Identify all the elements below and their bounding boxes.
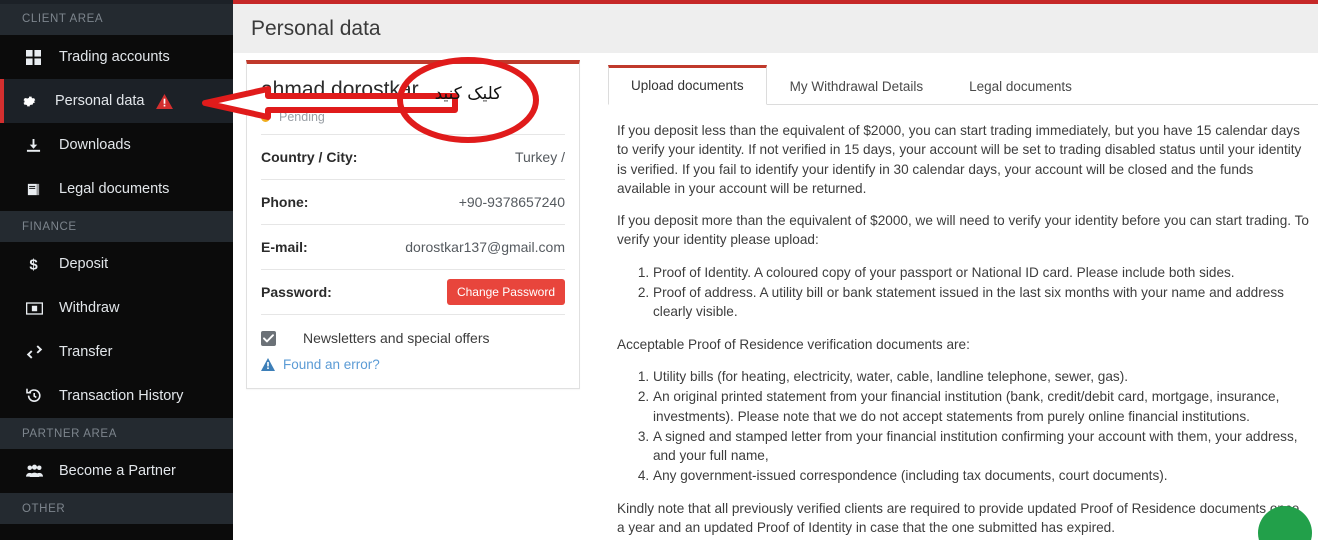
tab-legal-documents[interactable]: Legal documents (946, 66, 1095, 105)
page-title: Personal data (251, 16, 381, 40)
row-label: Country / City: (261, 149, 358, 165)
sidebar-item-label: Downloads (59, 137, 131, 153)
tab-bar: Upload documents My Withdrawal Details L… (608, 60, 1318, 105)
row-label: Password: (261, 284, 332, 300)
sidebar-item-transfer[interactable]: Transfer (0, 330, 233, 374)
row-value: dorostkar137@gmail.com (405, 239, 565, 255)
download-icon (26, 138, 48, 153)
sidebar-item-label: Personal data (55, 93, 145, 109)
newsletter-label: Newsletters and special offers (303, 330, 490, 346)
gear-icon (22, 94, 44, 109)
profile-status: Pending (261, 102, 565, 134)
sidebar-item-label: Deposit (59, 256, 109, 272)
profile-row-country-city: Country / City: Turkey / (261, 134, 565, 179)
change-password-button[interactable]: Change Password (446, 279, 565, 305)
documents-panel: Upload documents My Withdrawal Details L… (593, 53, 1318, 540)
residence-intro-paragraph: Acceptable Proof of Residence verificati… (617, 336, 970, 352)
list-item: Utility bills (for heating, electricity,… (653, 367, 1310, 386)
profile-card-column: ahmad dorostkar Pending Country / City: … (233, 53, 593, 540)
sidebar-section-partner-area: PARTNER AREA (0, 418, 233, 449)
status-dot-icon (261, 112, 270, 122)
row-value: Turkey / (514, 149, 565, 165)
profile-row-phone: Phone: +90-9378657240 (261, 179, 565, 224)
app-root: CLIENT AREA Trading accounts Personal da… (0, 0, 1318, 540)
list-item: Any government-issued correspondence (in… (653, 466, 1310, 485)
sidebar: CLIENT AREA Trading accounts Personal da… (0, 0, 233, 540)
sidebar-item-label: Withdraw (59, 300, 120, 316)
sidebar-item-label: Transaction History (59, 388, 184, 404)
profile-row-email: E-mail: dorostkar137@gmail.com (261, 224, 565, 269)
sidebar-item-become-a-partner[interactable]: Become a Partner (0, 449, 233, 493)
documents-body: If you deposit less than the equivalent … (608, 105, 1318, 537)
list-item: Proof of Identity. A coloured copy of yo… (653, 263, 1310, 282)
warning-triangle-icon (156, 93, 174, 109)
page-header: Personal data (233, 4, 1318, 53)
main-content: Personal data ahmad dorostkar Pending Co… (233, 0, 1318, 540)
sidebar-section-other: Other (0, 493, 233, 524)
sidebar-item-withdraw[interactable]: Withdraw (0, 286, 233, 330)
sidebar-item-deposit[interactable]: $ Deposit (0, 242, 233, 286)
sidebar-item-label: Become a Partner (59, 463, 176, 479)
svg-text:$: $ (29, 257, 38, 273)
status-badge: Pending (279, 110, 325, 124)
sidebar-item-trading-accounts[interactable]: Trading accounts (0, 35, 233, 79)
found-an-error-link[interactable]: Found an error? (283, 357, 380, 372)
sidebar-item-downloads[interactable]: Downloads (0, 123, 233, 167)
newsletter-row[interactable]: Newsletters and special offers (261, 314, 565, 353)
profile-row-password: Password: Change Password (261, 269, 565, 314)
profile-card: ahmad dorostkar Pending Country / City: … (246, 60, 580, 389)
sidebar-item-transaction-history[interactable]: Transaction History (0, 374, 233, 418)
tab-upload-documents[interactable]: Upload documents (608, 65, 767, 105)
list-item: Proof of address. A utility bill or bank… (653, 283, 1310, 322)
sidebar-item-label: Trading accounts (59, 49, 170, 65)
transfer-arrows-icon (26, 345, 48, 359)
sidebar-section-client-area: CLIENT AREA (0, 4, 233, 35)
row-label: E-mail: (261, 239, 308, 255)
residence-documents-list: Utility bills (for heating, electricity,… (617, 367, 1310, 486)
deposit-under-paragraph: If you deposit less than the equivalent … (617, 123, 1302, 196)
sidebar-section-finance: FINANCE (0, 211, 233, 242)
tab-my-withdrawal-details[interactable]: My Withdrawal Details (767, 66, 947, 105)
sidebar-item-label: Legal documents (59, 181, 170, 197)
info-triangle-icon (261, 358, 275, 371)
row-value: +90-9378657240 (458, 194, 565, 210)
grid-icon (26, 49, 48, 65)
list-item: An original printed statement from your … (653, 387, 1310, 426)
content-area: ahmad dorostkar Pending Country / City: … (233, 53, 1318, 540)
annotation-callout-text: کلیک کنید (434, 84, 502, 104)
kindly-note-paragraph: Kindly note that all previously verified… (617, 500, 1300, 536)
sidebar-item-label: Transfer (59, 344, 113, 360)
deposit-over-paragraph: If you deposit more than the equivalent … (617, 213, 1309, 248)
dollar-icon: $ (26, 256, 48, 273)
people-group-icon (26, 464, 48, 478)
sidebar-item-legal-documents[interactable]: Legal documents (0, 167, 233, 211)
banknote-icon (26, 301, 48, 315)
sidebar-item-personal-data[interactable]: Personal data (0, 79, 233, 123)
found-error-row[interactable]: Found an error? (261, 353, 565, 388)
row-label: Phone: (261, 194, 309, 210)
book-icon (26, 182, 48, 197)
upload-requirements-list: Proof of Identity. A coloured copy of yo… (617, 263, 1310, 322)
newsletter-checkbox[interactable] (261, 330, 276, 346)
history-clock-icon (26, 388, 48, 404)
list-item: A signed and stamped letter from your fi… (653, 427, 1310, 466)
